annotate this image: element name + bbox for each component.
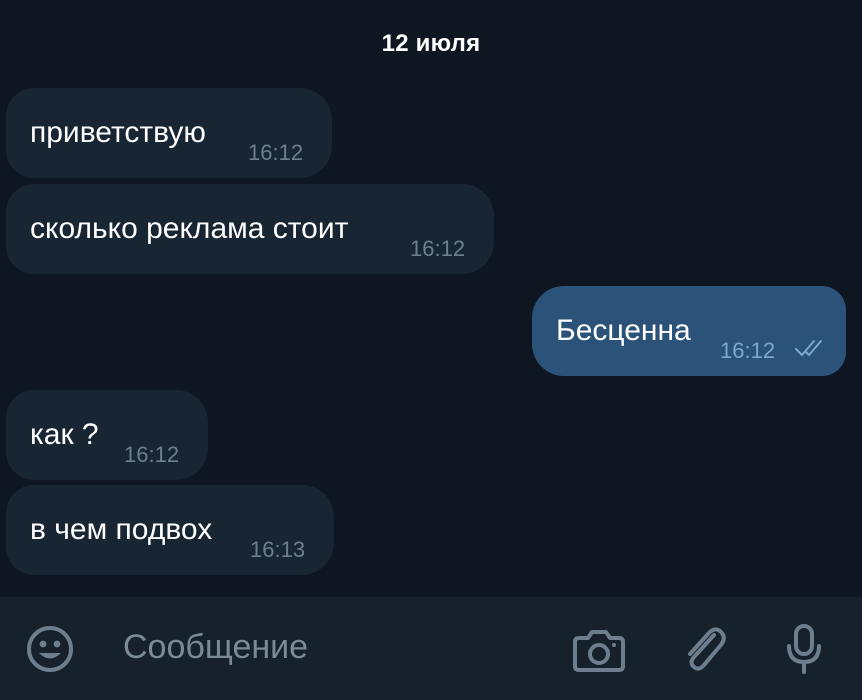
message-time: 16:12	[248, 140, 304, 165]
message-bubble-outgoing[interactable]: Бесценна 16:12	[532, 286, 846, 376]
message-text: в чем подвох	[30, 513, 213, 546]
message-bubble-incoming[interactable]: сколько реклама стоит 16:12	[6, 184, 494, 274]
message-time: 16:13	[250, 537, 306, 562]
camera-icon[interactable]	[571, 624, 627, 676]
emoji-icon[interactable]	[25, 624, 75, 674]
message-text: сколько реклама стоит	[30, 212, 349, 245]
message-bubble-incoming[interactable]: приветствую 16:12	[6, 88, 332, 178]
message-time: 16:12	[720, 338, 776, 363]
read-ticks-icon	[795, 340, 822, 356]
message-composer: Сообщение	[0, 597, 862, 700]
message-bubble-incoming[interactable]: в чем подвох 16:13	[6, 485, 334, 575]
message-text: Бесценна	[556, 314, 691, 347]
message-time: 16:12	[410, 236, 466, 261]
message-input[interactable]: Сообщение	[123, 628, 308, 667]
message-text: как ?	[30, 418, 99, 451]
message-time: 16:12	[124, 442, 180, 467]
paperclip-icon[interactable]	[680, 621, 728, 677]
chat-area: 12 июля приветствую 16:12 сколько реклам…	[0, 0, 862, 597]
date-separator: 12 июля	[381, 30, 481, 57]
message-text: приветствую	[30, 116, 206, 149]
message-bubble-incoming[interactable]: как ? 16:12	[6, 390, 208, 480]
microphone-icon[interactable]	[784, 622, 824, 678]
